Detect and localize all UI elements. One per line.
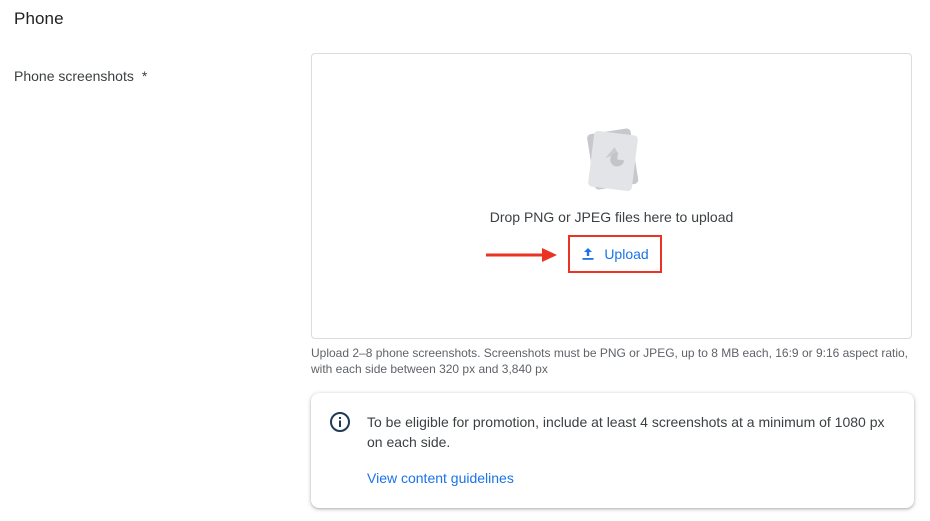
- promotion-info-card: To be eligible for promotion, include at…: [311, 393, 914, 508]
- upload-button-label: Upload: [604, 246, 649, 262]
- promotion-info-text: To be eligible for promotion, include at…: [367, 414, 885, 450]
- upload-button[interactable]: Upload: [568, 235, 662, 273]
- upload-helper-text: Upload 2–8 phone screenshots. Screenshot…: [311, 346, 908, 376]
- image-file-icon: [587, 128, 639, 192]
- required-marker: *: [141, 68, 148, 84]
- field-label-text: Phone screenshots: [14, 68, 134, 84]
- info-icon: [330, 412, 350, 432]
- screenshot-dropzone[interactable]: Drop PNG or JPEG files here to upload Up…: [311, 53, 912, 339]
- section-title: Phone: [14, 9, 64, 28]
- upload-icon: [582, 248, 594, 260]
- field-label: Phone screenshots *: [14, 68, 147, 84]
- view-content-guidelines-link[interactable]: View content guidelines: [367, 470, 514, 486]
- annotation-arrow-icon: [486, 248, 557, 262]
- drop-instructions: Drop PNG or JPEG files here to upload: [489, 209, 734, 225]
